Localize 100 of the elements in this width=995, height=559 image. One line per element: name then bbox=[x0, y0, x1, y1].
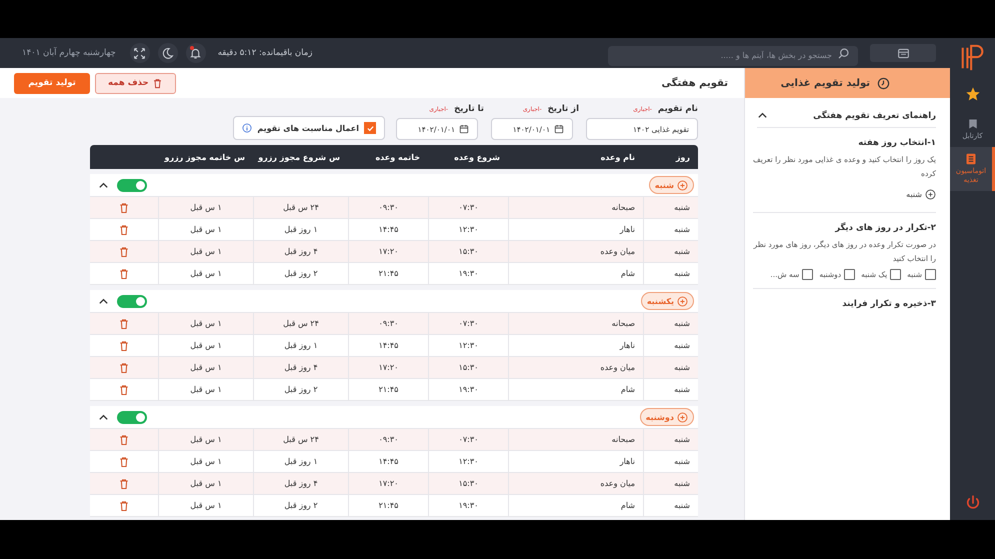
table-cell: میان وعده bbox=[508, 473, 643, 494]
table-cell: ۱۵:۳۰ bbox=[428, 473, 508, 494]
table-cell: ۱ س قبل bbox=[158, 313, 253, 334]
table-cell: شنبه bbox=[643, 335, 698, 356]
table-cell: شنبه bbox=[643, 241, 698, 262]
table-cell: ۱ روز قبل bbox=[253, 219, 348, 240]
trash-icon[interactable] bbox=[118, 202, 130, 214]
table-cell: شنبه bbox=[643, 473, 698, 494]
table-cell: ۱۷:۲۰ bbox=[348, 241, 428, 262]
table-cell: ۲۴ س قبل bbox=[253, 313, 348, 334]
trash-icon[interactable] bbox=[118, 318, 130, 330]
table-cell: ۱ روز قبل bbox=[253, 335, 348, 356]
holidays-option[interactable]: اعمال مناسبت های تقویم bbox=[233, 116, 385, 140]
notification-button[interactable] bbox=[186, 43, 206, 63]
day-chip[interactable]: یکشنبه bbox=[640, 292, 694, 310]
table-cell: ۱۷:۲۰ bbox=[348, 473, 428, 494]
table-cell: شنبه bbox=[643, 379, 698, 400]
holidays-checkbox[interactable] bbox=[364, 122, 376, 134]
trash-icon[interactable] bbox=[118, 224, 130, 236]
table-cell: ۱۲:۳۰ bbox=[428, 219, 508, 240]
column-header: خاتمه وعده bbox=[374, 152, 421, 162]
table-cell: شنبه bbox=[643, 197, 698, 218]
bell-icon bbox=[189, 46, 202, 60]
day-chip[interactable]: دوشنبه bbox=[640, 408, 694, 426]
trash-icon[interactable] bbox=[118, 434, 130, 446]
table-cell: ۱ س قبل bbox=[158, 219, 253, 240]
table-cell: ۱۹:۳۰ bbox=[428, 379, 508, 400]
table-cell: ۱ س قبل bbox=[158, 241, 253, 262]
fullscreen-button[interactable] bbox=[130, 43, 150, 63]
table-cell: ۲ روز قبل bbox=[253, 263, 348, 284]
table-cell: ۱۴:۴۵ bbox=[348, 451, 428, 472]
plus-icon bbox=[925, 188, 936, 200]
guide-header[interactable]: راهنمای تعریف تقویم هفتگی bbox=[757, 110, 936, 128]
toggle-switch[interactable] bbox=[117, 410, 147, 424]
theme-button[interactable] bbox=[158, 43, 178, 63]
day-checkbox[interactable] bbox=[890, 269, 902, 280]
table-cell: میان وعده bbox=[508, 241, 643, 262]
page-title: تقویم هفتگی bbox=[662, 78, 728, 88]
table-cell: ۲۴ س قبل bbox=[253, 197, 348, 218]
trash-icon[interactable] bbox=[118, 246, 130, 258]
table-cell: شنبه bbox=[643, 219, 698, 240]
trash-icon[interactable] bbox=[118, 478, 130, 490]
check-icon bbox=[366, 124, 374, 132]
day-label: شنبه bbox=[906, 188, 936, 200]
table-cell: شنبه bbox=[643, 357, 698, 378]
toolbar-button[interactable] bbox=[870, 44, 936, 62]
toggle-switch[interactable] bbox=[117, 178, 147, 192]
delete-all-button[interactable]: حذف همه bbox=[95, 72, 176, 94]
table-cell: صبحانه bbox=[508, 197, 643, 218]
table-cell: شنبه bbox=[643, 313, 698, 334]
trash-icon[interactable] bbox=[118, 500, 130, 512]
day-checkbox[interactable] bbox=[844, 269, 856, 280]
table-cell: ناهار bbox=[508, 335, 643, 356]
table-cell: ۰۹:۳۰ bbox=[348, 313, 428, 334]
table-cell: شنبه bbox=[643, 495, 698, 516]
trash-icon[interactable] bbox=[118, 384, 130, 396]
table-cell: ۱۷:۲۰ bbox=[348, 357, 428, 378]
calendar-icon bbox=[459, 124, 469, 134]
table-cell: شام bbox=[508, 263, 643, 284]
table-cell: ۱ س قبل bbox=[158, 197, 253, 218]
table-cell: ۰۹:۳۰ bbox=[348, 429, 428, 450]
table-cell: ناهار bbox=[508, 219, 643, 240]
table-cell: ۲۴ س قبل bbox=[253, 429, 348, 450]
logo-icon bbox=[958, 44, 986, 72]
expand-icon bbox=[133, 46, 146, 60]
table-cell: ۱۴:۴۵ bbox=[348, 335, 428, 356]
column-header: س خاتمه مجوز رزرو bbox=[163, 152, 246, 162]
column-header: نام وعده bbox=[600, 152, 636, 162]
bookmark-icon bbox=[966, 118, 978, 130]
day-chip[interactable]: شنبه bbox=[648, 176, 694, 194]
step-title: ۱-انتخاب روز هفته bbox=[857, 138, 936, 148]
trash-icon[interactable] bbox=[118, 268, 130, 280]
table-cell: ۲۱:۴۵ bbox=[348, 263, 428, 284]
table-cell: ۰۹:۳۰ bbox=[348, 197, 428, 218]
table-cell: شنبه bbox=[643, 429, 698, 450]
plus-icon bbox=[677, 412, 688, 422]
step-title: ۲-تکرار در روز های دیگر bbox=[834, 222, 936, 232]
table-cell: شنبه bbox=[643, 451, 698, 472]
clock-icon bbox=[877, 76, 890, 90]
field-label: تا تاریخ bbox=[454, 104, 484, 114]
trash-icon[interactable] bbox=[118, 340, 130, 352]
trash-icon[interactable] bbox=[118, 456, 130, 468]
field-label: از تاریخ bbox=[548, 104, 579, 114]
day-checkbox[interactable] bbox=[925, 269, 936, 280]
table-cell: ۱ س قبل bbox=[158, 379, 253, 400]
table-cell: ۱ س قبل bbox=[158, 451, 253, 472]
toggle-switch[interactable] bbox=[117, 294, 147, 308]
remaining-time: زمان باقیمانده: ۵:۱۲ دقیقه bbox=[218, 48, 312, 58]
day-checkbox[interactable] bbox=[802, 269, 814, 280]
table-cell: ۲۱:۴۵ bbox=[348, 379, 428, 400]
table-cell: ۰۷:۳۰ bbox=[428, 313, 508, 334]
generate-button[interactable]: تولید تقویم bbox=[14, 72, 90, 94]
star-icon[interactable] bbox=[964, 86, 980, 102]
guide-title: راهنمای تعریف تقویم هفتگی bbox=[813, 110, 936, 120]
plus-icon bbox=[677, 180, 688, 190]
calendar-icon bbox=[554, 124, 564, 134]
trash-icon[interactable] bbox=[118, 362, 130, 374]
table-cell: ۲ روز قبل bbox=[253, 495, 348, 516]
column-header: شروع وعده bbox=[453, 152, 501, 162]
holidays-label: اعمال مناسبت های تقویم bbox=[257, 124, 359, 132]
